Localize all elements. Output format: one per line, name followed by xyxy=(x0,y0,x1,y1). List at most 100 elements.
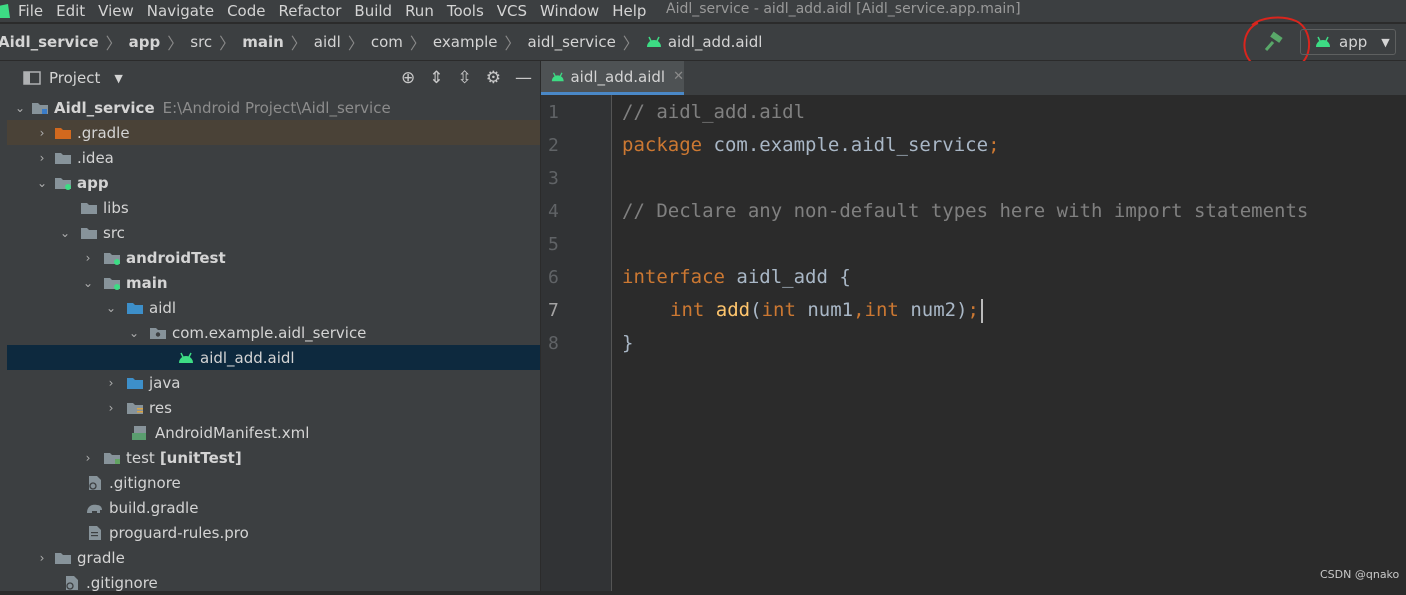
chevron-right-icon[interactable]: › xyxy=(104,401,118,415)
tree-item-label: androidTest xyxy=(126,248,226,267)
chevron-down-icon[interactable]: ⌄ xyxy=(127,326,141,340)
tree-item-label: .gitignore xyxy=(109,473,181,492)
code-editor[interactable]: // aidl_add.aidl package com.example.aid… xyxy=(612,95,1406,591)
chevron-down-icon[interactable]: ⌄ xyxy=(104,301,118,315)
text-cursor xyxy=(980,298,983,323)
line-number: 2 xyxy=(548,135,559,156)
tree-item-aidl[interactable]: ⌄ aidl xyxy=(7,295,540,320)
tree-item-android-test[interactable]: › androidTest xyxy=(7,245,540,270)
chevron-right-icon[interactable]: › xyxy=(35,551,49,565)
close-icon[interactable]: ✕ xyxy=(673,69,684,84)
breadcrumb-file[interactable]: aidl_add.aidl xyxy=(646,33,762,51)
chevron-right-icon[interactable]: › xyxy=(104,376,118,390)
hide-panel-icon[interactable]: — xyxy=(515,68,532,88)
breadcrumb-com[interactable]: com xyxy=(371,33,403,51)
chevron-right-icon[interactable]: › xyxy=(81,451,95,465)
breadcrumb-aidl-service[interactable]: aidl_service xyxy=(528,33,616,51)
menu-run[interactable]: Run xyxy=(405,2,434,20)
folder-icon xyxy=(55,552,71,564)
line-number: 3 xyxy=(548,168,559,189)
tree-item-gradle-dir[interactable]: › .gradle xyxy=(7,120,540,145)
project-view-select[interactable]: Project xyxy=(49,69,100,87)
menu-navigate[interactable]: Navigate xyxy=(147,2,214,20)
code-comma: , xyxy=(853,299,865,321)
tree-item-src[interactable]: ⌄ src xyxy=(7,220,540,245)
code-semicolon: ; xyxy=(967,299,979,321)
chevron-down-icon[interactable]: ⌄ xyxy=(81,276,95,290)
tree-item-gradle-folder[interactable]: › gradle xyxy=(7,545,540,570)
tree-item-res[interactable]: › res xyxy=(7,395,540,420)
source-root-folder-icon xyxy=(127,302,143,314)
menu-refactor[interactable]: Refactor xyxy=(278,2,341,20)
line-number: 6 xyxy=(548,267,559,288)
breadcrumb-separator-icon: 〉 xyxy=(622,34,639,53)
tree-item-main[interactable]: ⌄ main xyxy=(7,270,540,295)
chevron-right-icon[interactable]: › xyxy=(35,126,49,140)
resources-folder-icon xyxy=(127,402,143,414)
folder-icon xyxy=(55,152,71,164)
tree-item-label: .idea xyxy=(77,148,114,167)
code-line: // Declare any non-default types here wi… xyxy=(622,195,1308,228)
menu-tools[interactable]: Tools xyxy=(447,2,484,20)
tab-label: aidl_add.aidl xyxy=(570,67,666,86)
breadcrumb-example[interactable]: example xyxy=(433,33,498,51)
tree-item-label: Aidl_service xyxy=(54,98,155,117)
tree-item-app[interactable]: ⌄ app xyxy=(7,170,540,195)
tree-item-label: test xyxy=(126,448,155,467)
editor-gutter: 1 2 3 4 5 6 7 8 xyxy=(541,95,612,591)
menu-help[interactable]: Help xyxy=(612,2,646,20)
run-configuration-label: app xyxy=(1339,33,1368,51)
breadcrumb-main[interactable]: main xyxy=(242,33,284,51)
tree-item-test[interactable]: › test [unitTest] xyxy=(7,445,540,470)
folder-icon xyxy=(81,202,97,214)
gear-icon[interactable]: ⚙ xyxy=(486,68,501,88)
chevron-right-icon[interactable]: › xyxy=(81,251,95,265)
code-text: num2 xyxy=(898,299,957,321)
code-text: ( xyxy=(750,299,762,321)
menu-code[interactable]: Code xyxy=(227,2,265,20)
tree-item-build-gradle[interactable]: build.gradle xyxy=(7,495,540,520)
expand-all-icon[interactable]: ⇕ xyxy=(429,68,443,88)
tree-item-aidl-file[interactable]: aidl_add.aidl xyxy=(7,345,540,370)
code-method-name: add xyxy=(715,299,751,321)
code-text: } xyxy=(622,332,634,354)
code-keyword: interface xyxy=(622,266,725,288)
menu-file[interactable]: File xyxy=(18,2,43,20)
chevron-down-icon[interactable]: ⌄ xyxy=(58,226,72,240)
tree-item-libs[interactable]: libs xyxy=(7,195,540,220)
tree-item-label: .gradle xyxy=(77,123,130,142)
tree-item-proguard[interactable]: proguard-rules.pro xyxy=(7,520,540,545)
locate-file-icon[interactable]: ⊕ xyxy=(401,68,415,88)
menu-view[interactable]: View xyxy=(98,2,134,20)
tab-aidl-add[interactable]: aidl_add.aidl ✕ xyxy=(541,61,684,95)
breadcrumb-module[interactable]: app xyxy=(129,33,161,51)
tree-item-manifest[interactable]: AndroidManifest.xml xyxy=(7,420,540,445)
breadcrumb-aidl[interactable]: aidl xyxy=(314,33,341,51)
tree-item-idea[interactable]: › .idea xyxy=(7,145,540,170)
tree-item-gitignore-root[interactable]: .gitignore xyxy=(7,570,540,595)
tree-item-aidl-service[interactable]: ⌄ Aidl_service E:\Android Project\Aidl_s… xyxy=(7,95,540,120)
tree-item-label: java xyxy=(149,373,181,392)
breadcrumb-project[interactable]: Aidl_service xyxy=(0,33,99,51)
menu-vcs[interactable]: VCS xyxy=(497,2,527,20)
menu-edit[interactable]: Edit xyxy=(56,2,85,20)
chevron-right-icon[interactable]: › xyxy=(35,151,49,165)
tree-item-gitignore-app[interactable]: .gitignore xyxy=(7,470,540,495)
collapse-all-icon[interactable]: ⇳ xyxy=(458,68,472,88)
watermark: CSDN @qnako xyxy=(1320,568,1400,581)
android-studio-logo-icon xyxy=(0,4,10,18)
project-view-icon xyxy=(23,71,41,85)
project-panel: Project ▼ ⊕ ⇕ ⇳ ⚙ — ⌄ Aidl_service E:\An… xyxy=(7,61,541,592)
chevron-down-icon[interactable]: ▼ xyxy=(114,72,122,85)
menu-build[interactable]: Build xyxy=(354,2,392,20)
tree-item-package[interactable]: ⌄ com.example.aidl_service xyxy=(7,320,540,345)
breadcrumb-src[interactable]: src xyxy=(190,33,212,51)
package-icon xyxy=(150,327,166,339)
module-folder-icon xyxy=(32,102,48,114)
source-folder-icon xyxy=(104,277,120,290)
chevron-down-icon[interactable]: ⌄ xyxy=(13,101,27,115)
menu-window[interactable]: Window xyxy=(540,2,599,20)
tree-item-java[interactable]: › java xyxy=(7,370,540,395)
run-configuration-select[interactable]: app ▼ xyxy=(1300,29,1396,55)
chevron-down-icon[interactable]: ⌄ xyxy=(35,176,49,190)
